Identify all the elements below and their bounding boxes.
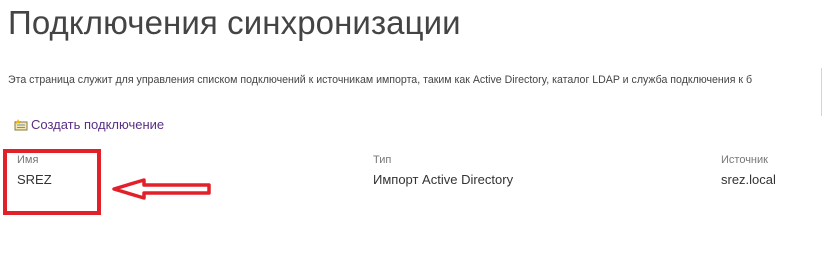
create-connection-label[interactable]: Создать подключение	[31, 117, 164, 132]
connection-type-cell: Импорт Active Directory	[373, 172, 514, 187]
column-header-type: Тип	[373, 154, 392, 166]
column-header-source: Источник	[721, 154, 768, 166]
vertical-divider	[821, 68, 822, 116]
create-connection-link[interactable]: Создать подключение	[14, 117, 164, 132]
new-item-icon	[14, 118, 28, 130]
connection-source-cell: srez.local	[721, 172, 776, 187]
page-title: Подключения синхронизации	[8, 4, 461, 41]
annotation-arrow	[112, 178, 211, 200]
page-description: Эта страница служит для управления списк…	[8, 74, 753, 86]
highlight-box	[3, 149, 101, 215]
